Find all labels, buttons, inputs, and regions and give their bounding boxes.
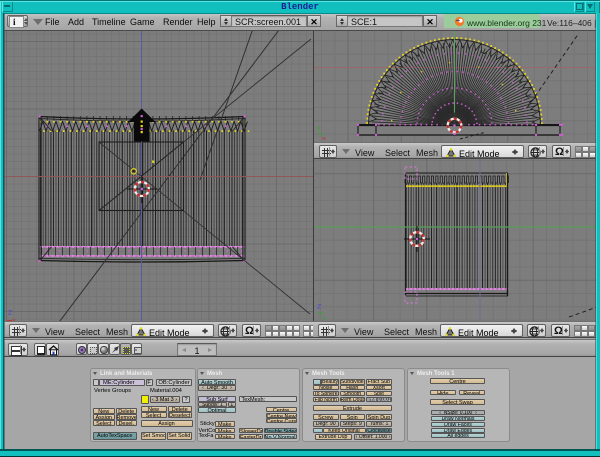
svg-text:Z: Z (8, 310, 13, 317)
svg-text:y: y (317, 125, 321, 132)
svg-text:Z: Z (317, 304, 322, 311)
